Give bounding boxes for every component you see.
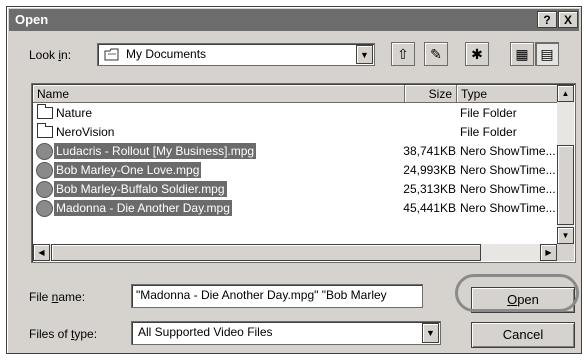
title-bar[interactable]: Open ? X	[9, 9, 579, 31]
list-view-icon: ▦	[515, 46, 529, 62]
video-file-icon	[36, 162, 53, 179]
video-file-icon	[36, 143, 53, 160]
up-folder-icon: ⇧	[397, 46, 409, 62]
cancel-button[interactable]: Cancel	[471, 322, 575, 348]
file-name-label: File name:	[29, 290, 86, 304]
vertical-scrollbar[interactable]: ▲ ▼	[557, 85, 574, 244]
column-header-size[interactable]: Size	[405, 85, 457, 103]
files-of-type-select[interactable]: All Supported Video Files ▼	[131, 321, 441, 345]
file-name-field[interactable]: "Madonna - Die Another Day.mpg" "Bob Mar…	[131, 284, 423, 308]
look-in-combo[interactable]: My Documents ▼	[97, 43, 375, 66]
look-in-value: My Documents	[126, 47, 207, 61]
new-folder-button[interactable]: ✱	[465, 42, 489, 66]
search-web-button[interactable]: ✎	[424, 42, 448, 66]
list-item[interactable]: Bob Marley-One Love.mpg 24,993KB Nero Sh…	[34, 161, 556, 180]
scroll-right-icon[interactable]: ▶	[540, 244, 557, 261]
open-button-highlight	[455, 274, 579, 312]
folder-icon	[37, 123, 53, 138]
list-item[interactable]: Nature File Folder	[34, 104, 554, 123]
column-header-name[interactable]: Name	[33, 85, 405, 103]
view-list-button[interactable]: ▦	[510, 42, 534, 66]
chevron-down-icon[interactable]: ▼	[356, 45, 373, 64]
folder-icon	[37, 104, 53, 119]
search-web-icon: ✎	[430, 46, 442, 62]
files-of-type-label: Files of type:	[29, 327, 98, 341]
list-item[interactable]: Madonna - Die Another Day.mpg 45,441KB N…	[34, 199, 556, 218]
look-in-label: Look in:	[29, 48, 72, 62]
horizontal-scrollbar[interactable]: ◀ ▶	[33, 244, 557, 261]
scroll-left-icon[interactable]: ◀	[33, 244, 50, 261]
up-one-level-button[interactable]: ⇧	[391, 42, 415, 66]
list-item[interactable]: Ludacris - Rollout [My Business].mpg 38,…	[34, 142, 556, 161]
file-list[interactable]: Name Size Type Nature File Folder NeroVi…	[31, 83, 576, 263]
vertical-scroll-thumb[interactable]	[557, 145, 574, 225]
documents-folder-icon	[104, 48, 120, 61]
chevron-down-icon[interactable]: ▼	[422, 323, 439, 343]
help-button[interactable]: ?	[537, 11, 557, 28]
view-details-button[interactable]: ▤	[535, 42, 559, 66]
video-file-icon	[36, 200, 53, 217]
details-view-icon: ▤	[540, 46, 554, 62]
list-item[interactable]: Bob Marley-Buffalo Soldier.mpg 25,313KB …	[34, 180, 556, 199]
video-file-icon	[36, 181, 53, 198]
new-folder-icon: ✱	[471, 46, 483, 62]
column-header-type[interactable]: Type	[457, 85, 558, 103]
close-button[interactable]: X	[558, 11, 578, 28]
scrollbar-corner	[557, 244, 574, 261]
scroll-up-icon[interactable]: ▲	[557, 85, 574, 102]
scroll-down-icon[interactable]: ▼	[557, 227, 574, 244]
list-item[interactable]: NeroVision File Folder	[34, 123, 554, 142]
window-title: Open	[15, 12, 49, 27]
horizontal-scroll-thumb[interactable]	[51, 244, 481, 261]
